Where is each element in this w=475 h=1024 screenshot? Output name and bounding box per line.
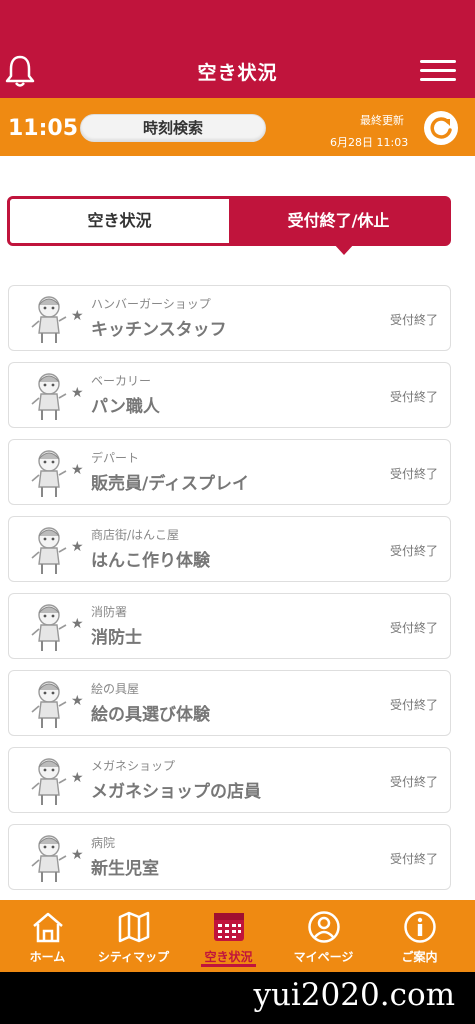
current-time: 11:05 — [8, 116, 79, 141]
item-status: 受付終了 — [389, 313, 438, 327]
page-title: 空き状況 — [197, 62, 278, 84]
time-bar: 11:05 時刻検索 最終更新 6月28日 11:03 — [0, 98, 475, 156]
star-icon[interactable]: ★ — [71, 308, 84, 324]
active-nav-underline — [201, 964, 256, 967]
item-status: 受付終了 — [389, 544, 438, 558]
character-avatar-icon — [31, 527, 67, 574]
item-status: 受付終了 — [389, 390, 438, 404]
item-status: 受付終了 — [389, 467, 438, 481]
character-avatar-icon — [31, 604, 67, 651]
nav-info[interactable]: ご案内 — [372, 900, 467, 972]
character-avatar-icon — [31, 835, 67, 882]
bottom-nav: ホーム シティマップ 空き状況 マイページ ご案内 — [0, 900, 475, 972]
star-icon[interactable]: ★ — [71, 462, 84, 478]
star-icon[interactable]: ★ — [71, 847, 84, 863]
item-category: ベーカリー — [91, 374, 152, 388]
watermark-bar: yui2020.com — [0, 972, 475, 1024]
item-job-name: キッチンスタッフ — [91, 320, 227, 340]
time-search-button[interactable]: 時刻検索 — [80, 114, 266, 142]
nav-availability[interactable]: 空き状況 — [181, 900, 276, 972]
info-icon — [404, 911, 436, 943]
nav-citymap-label: シティマップ — [97, 950, 170, 964]
character-avatar-icon — [31, 296, 67, 343]
nav-mypage[interactable]: マイページ — [276, 900, 371, 972]
item-status: 受付終了 — [389, 698, 438, 712]
character-avatar-icon — [31, 450, 67, 497]
watermark-text: yui2020.com — [253, 977, 455, 1013]
item-category: デパート — [91, 451, 140, 465]
item-status: 受付終了 — [389, 852, 438, 866]
nav-mypage-label: マイページ — [293, 950, 354, 964]
tab-availability[interactable]: 空き状況 — [10, 199, 229, 243]
home-icon — [33, 912, 63, 943]
star-icon[interactable]: ★ — [71, 385, 84, 401]
tab-closed[interactable]: 受付終了/休止 — [229, 199, 448, 243]
job-list: ★ ハンバーガーショップ キッチンスタッフ 受付終了 ★ ベーカリー パン職人 受付終了 ★ デパ… — [8, 285, 451, 901]
star-icon[interactable]: ★ — [71, 770, 84, 786]
item-category: 消防署 — [91, 605, 128, 619]
item-job-name: 新生児室 — [91, 859, 159, 879]
list-item[interactable]: ★ 絵の具屋絵の具選び体験 受付終了 — [8, 670, 451, 736]
item-category: メガネショップ — [91, 759, 176, 773]
star-icon[interactable]: ★ — [71, 693, 84, 709]
star-icon[interactable]: ★ — [71, 539, 84, 555]
item-job-name: パン職人 — [91, 397, 160, 417]
item-job-name: はんこ作り体験 — [91, 551, 210, 571]
calendar-icon — [214, 913, 244, 941]
nav-availability-label: 空き状況 — [204, 950, 253, 964]
last-updated-label: 最終更新 — [360, 114, 404, 127]
list-item[interactable]: ★ デパート販売員/ディスプレイ 受付終了 — [8, 439, 451, 505]
refresh-button[interactable] — [424, 111, 458, 145]
character-avatar-icon — [31, 758, 67, 805]
active-tab-pointer — [333, 243, 355, 255]
star-icon[interactable]: ★ — [71, 616, 84, 632]
item-job-name: 絵の具選び体験 — [91, 705, 210, 725]
list-item[interactable]: ★ メガネショップメガネショップの店員 受付終了 — [8, 747, 451, 813]
last-updated-value: 6月28日 11:03 — [330, 136, 409, 149]
nav-home[interactable]: ホーム — [0, 900, 95, 972]
list-item[interactable]: ★ 消防署消防士 受付終了 — [8, 593, 451, 659]
refresh-icon — [430, 117, 452, 139]
item-job-name: 販売員/ディスプレイ — [91, 474, 250, 494]
app-header: 空き状況 — [0, 0, 475, 98]
item-job-name: 消防士 — [91, 628, 142, 648]
item-status: 受付終了 — [389, 775, 438, 789]
list-item[interactable]: ★ ハンバーガーショップキッチンスタッフ 受付終了 — [8, 285, 451, 351]
user-icon — [308, 911, 340, 943]
nav-home-label: ホーム — [29, 950, 66, 964]
nav-citymap[interactable]: シティマップ — [86, 900, 181, 972]
item-category: ハンバーガーショップ — [91, 297, 211, 311]
character-avatar-icon — [31, 373, 67, 420]
item-job-name: メガネショップの店員 — [91, 782, 261, 802]
list-item[interactable]: ★ 病院新生児室 受付終了 — [8, 824, 451, 890]
hamburger-menu-icon[interactable] — [420, 60, 456, 84]
item-category: 商店街/はんこ屋 — [91, 528, 180, 542]
item-status: 受付終了 — [389, 621, 438, 635]
item-category: 病院 — [91, 836, 116, 850]
list-item[interactable]: ★ ベーカリーパン職人 受付終了 — [8, 362, 451, 428]
map-icon — [118, 911, 150, 943]
character-avatar-icon — [31, 681, 67, 728]
nav-info-label: ご案内 — [401, 950, 438, 964]
status-tabs: 空き状況 受付終了/休止 — [7, 196, 451, 255]
list-item[interactable]: ★ 商店街/はんこ屋はんこ作り体験 受付終了 — [8, 516, 451, 582]
item-category: 絵の具屋 — [91, 682, 140, 696]
